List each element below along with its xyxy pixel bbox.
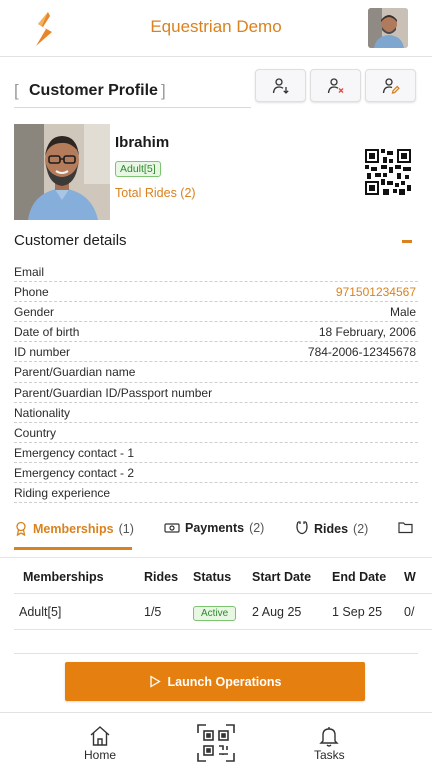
home-icon xyxy=(90,726,110,746)
profile-tabs: Memberships (1) Payments (2) Rides (2) xyxy=(14,518,418,550)
detail-label: Parent/Guardian ID/Passport number xyxy=(14,385,213,400)
detail-label: Country xyxy=(14,425,57,440)
nav-tasks[interactable]: Tasks xyxy=(314,725,345,762)
status-badge: Active xyxy=(193,606,237,621)
membership-badge: Adult[5] xyxy=(115,161,161,177)
customer-photo xyxy=(14,124,110,220)
total-rides-link[interactable]: Total Rides (2) xyxy=(115,186,196,200)
user-download-icon xyxy=(272,77,289,94)
qr-scan-icon[interactable] xyxy=(197,724,235,762)
tabs-divider xyxy=(0,557,432,558)
detail-row-riding-experience: Riding experience xyxy=(14,483,418,504)
table-row[interactable]: Adult[5] 1/5 Active 2 Aug 25 1 Sep 25 0/ xyxy=(14,594,432,630)
money-icon xyxy=(164,523,180,533)
detail-value: 784-2006-12345678 xyxy=(307,345,416,360)
detail-row-id: ID number 784-2006-12345678 xyxy=(14,342,418,363)
bracket-open-icon: [ xyxy=(14,81,19,100)
top-bar: Equestrian Demo xyxy=(0,0,432,57)
detail-label: Parent/Guardian name xyxy=(14,365,136,380)
detail-label: Riding experience xyxy=(14,486,111,501)
user-edit-icon xyxy=(382,77,400,94)
detail-row-guardian-name: Parent/Guardian name xyxy=(14,362,418,383)
detail-row-gender: Gender Male xyxy=(14,302,418,323)
memberships-table: Memberships Rides Status Start Date End … xyxy=(14,560,432,630)
user-avatar[interactable] xyxy=(368,8,408,48)
tab-count: (1) xyxy=(118,521,134,536)
launch-operations-label: Launch Operations xyxy=(167,674,282,689)
tab-rides[interactable]: Rides (2) xyxy=(295,521,368,536)
detail-label: Emergency contact - 1 xyxy=(14,445,135,460)
detail-row-guardian-id: Parent/Guardian ID/Passport number xyxy=(14,383,418,403)
detail-row-country: Country xyxy=(14,423,418,443)
nav-tasks-label: Tasks xyxy=(314,748,345,762)
detail-row-phone: Phone 971501234567 xyxy=(14,282,418,303)
detail-row-nationality: Nationality xyxy=(14,403,418,423)
tab-documents[interactable] xyxy=(398,521,413,534)
column-header: Status xyxy=(193,570,232,584)
nav-home[interactable]: Home xyxy=(84,725,116,762)
detail-label: Nationality xyxy=(14,405,71,420)
folder-icon xyxy=(398,522,413,534)
tab-payments[interactable]: Payments (2) xyxy=(164,521,264,535)
detail-label: Emergency contact - 2 xyxy=(14,465,135,480)
detail-row-dob: Date of birth 18 February, 2006 xyxy=(14,322,418,343)
column-header: W xyxy=(404,570,416,584)
award-icon xyxy=(16,521,26,536)
end-date-cell: 1 Sep 25 xyxy=(332,605,383,619)
phone-link[interactable]: 971501234567 xyxy=(336,285,416,299)
tab-memberships[interactable]: Memberships (1) xyxy=(14,521,134,536)
bracket-close-icon: ] xyxy=(161,81,166,100)
tab-label: Payments xyxy=(185,521,245,535)
detail-row-emergency-1: Emergency contact - 1 xyxy=(14,443,418,463)
collapse-icon[interactable] xyxy=(402,240,412,243)
column-header: Memberships xyxy=(23,570,104,584)
detail-row-email: Email xyxy=(14,262,418,283)
user-remove-icon xyxy=(327,77,343,93)
start-date-cell: 2 Aug 25 xyxy=(252,605,302,619)
w-cell: 0/ xyxy=(404,605,415,619)
column-header: Start Date xyxy=(252,570,312,584)
tab-count: (2) xyxy=(353,521,369,536)
rides-cell: 1/5 xyxy=(144,605,162,619)
membership-cell: Adult[5] xyxy=(19,605,62,619)
play-icon xyxy=(149,675,161,688)
tab-label: Memberships xyxy=(33,521,114,536)
customer-details-title: Customer details xyxy=(14,232,127,249)
table-header: Memberships Rides Status Start Date End … xyxy=(14,560,432,594)
detail-label: Date of birth xyxy=(14,325,80,340)
detail-label: Email xyxy=(14,265,45,279)
customer-details-list: Email Phone 971501234567 Gender Male Date … xyxy=(14,262,418,504)
edit-customer-button[interactable] xyxy=(365,69,416,102)
nav-home-label: Home xyxy=(84,748,117,762)
column-header: End Date xyxy=(332,570,387,584)
detail-value: 18 February, 2006 xyxy=(318,325,416,340)
page-title: Customer Profile xyxy=(29,82,158,99)
divider xyxy=(14,653,418,654)
detail-label: Gender xyxy=(14,305,55,320)
bell-icon xyxy=(319,727,340,747)
remove-customer-button[interactable] xyxy=(310,69,361,102)
tab-label: Rides xyxy=(314,521,349,536)
detail-label: ID number xyxy=(14,345,71,360)
active-tab-indicator xyxy=(14,547,132,550)
detail-label: Phone xyxy=(14,285,49,300)
detail-value: Male xyxy=(389,305,416,320)
horseshoe-icon xyxy=(296,521,308,535)
profile-section-header: [ Customer Profile ] xyxy=(14,80,251,108)
bottom-navigation: Home Tasks xyxy=(0,712,432,768)
qr-code-icon[interactable] xyxy=(365,149,411,195)
launch-operations-button[interactable]: Launch Operations xyxy=(65,662,365,701)
tab-count: (2) xyxy=(249,521,265,535)
download-profile-button[interactable] xyxy=(255,69,306,102)
column-header: Rides xyxy=(144,570,179,584)
customer-name: Ibrahim xyxy=(115,134,170,151)
detail-row-emergency-2: Emergency contact - 2 xyxy=(14,463,418,484)
